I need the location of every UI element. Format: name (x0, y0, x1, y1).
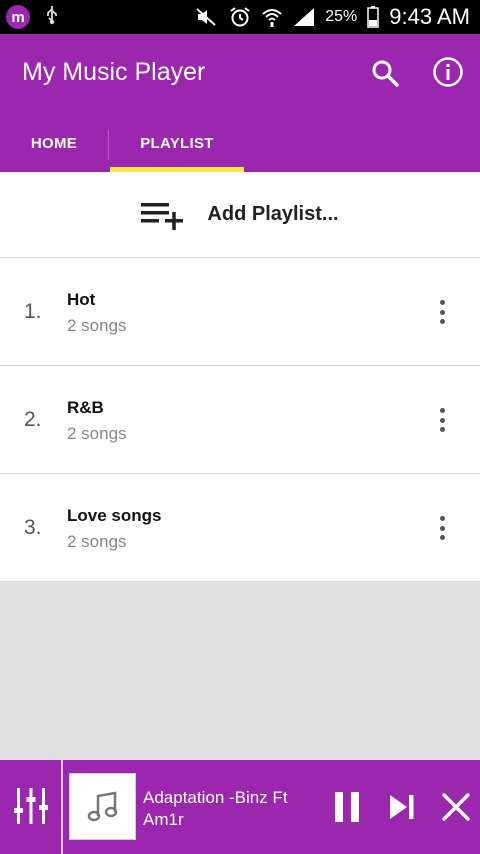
playlist-name: Love songs (67, 506, 162, 525)
playlist-item[interactable]: 3. Love songs 2 songs (0, 474, 480, 582)
add-playlist-label: Add Playlist... (207, 203, 339, 225)
music-note-icon (87, 791, 117, 821)
battery-icon (367, 6, 380, 28)
battery-percent: 25% (325, 8, 358, 25)
playlist-number: 3. (24, 516, 42, 539)
tab-home[interactable]: HOME (0, 114, 108, 172)
add-playlist-button[interactable]: Add Playlist... (0, 172, 480, 258)
playlist-song-count: 2 songs (67, 424, 127, 443)
track-title[interactable]: Adaptation -Binz Ft Am1r (143, 787, 318, 831)
playlist-song-count: 2 songs (67, 532, 127, 551)
pause-icon[interactable] (333, 792, 361, 822)
status-bar: m 25% 9:43 AM (0, 0, 480, 34)
playlist-number: 1. (24, 300, 42, 323)
playlist-name: Hot (67, 290, 96, 309)
mute-icon (195, 7, 219, 27)
clock: 9:43 AM (389, 4, 470, 29)
tab-divider (108, 130, 109, 160)
usb-icon (44, 5, 60, 30)
signal-icon (293, 7, 315, 27)
alarm-icon (229, 6, 251, 28)
search-icon[interactable] (370, 58, 400, 88)
playlist-add-icon (141, 200, 185, 230)
album-art[interactable] (69, 773, 136, 840)
playlist-name: R&B (67, 398, 104, 417)
close-icon[interactable] (442, 793, 470, 821)
more-vert-icon[interactable] (430, 512, 454, 544)
playlist-list: 1. Hot 2 songs 2. R&B 2 songs 3. Love so… (0, 258, 480, 582)
info-icon[interactable] (432, 56, 464, 88)
app-bar: My Music Player HOME PLAYLIST (0, 34, 480, 172)
playlist-song-count: 2 songs (67, 316, 127, 335)
skip-next-icon[interactable] (388, 793, 416, 821)
app-badge-icon: m (6, 5, 30, 29)
more-vert-icon[interactable] (430, 404, 454, 436)
more-vert-icon[interactable] (430, 296, 454, 328)
mini-player: Adaptation -Binz Ft Am1r (0, 760, 480, 854)
equalizer-icon[interactable] (14, 788, 48, 824)
wifi-icon (261, 6, 283, 28)
playlist-number: 2. (24, 408, 42, 431)
playlist-item[interactable]: 1. Hot 2 songs (0, 258, 480, 366)
player-divider (61, 760, 63, 854)
playlist-item[interactable]: 2. R&B 2 songs (0, 366, 480, 474)
tab-playlist[interactable]: PLAYLIST (110, 114, 244, 172)
app-title: My Music Player (22, 58, 206, 86)
